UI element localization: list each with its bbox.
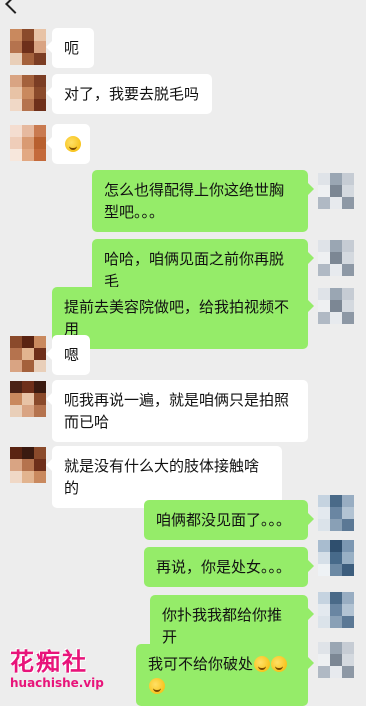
outgoing-message-bubble[interactable]: 我可不给你破处	[136, 644, 314, 706]
watermark-url: huachishe.vip	[10, 676, 104, 690]
message-text: 呃我再说一遍，就是咱俩只是拍照而已哈	[64, 391, 290, 431]
my-avatar[interactable]	[318, 495, 354, 531]
my-avatar[interactable]	[318, 540, 354, 576]
message-text: 再说，你是处女。。。	[156, 558, 292, 576]
message-text: 我可不给你破处	[148, 655, 254, 673]
my-avatar[interactable]	[318, 173, 354, 209]
message-text: 咱俩都没见面了。。。	[156, 511, 292, 529]
incoming-message-bubble[interactable]: 嗯	[46, 335, 90, 375]
message-text: 提前去美容院做吧，给我拍视频不用	[64, 298, 290, 338]
outgoing-message-bubble[interactable]: 怎么也得配得上你这绝世胸型吧。。。	[92, 170, 314, 232]
contact-avatar[interactable]	[10, 447, 46, 483]
incoming-message-bubble[interactable]: 对了，我要去脱毛吗	[46, 74, 212, 114]
back-chevron-icon[interactable]	[5, 0, 25, 14]
incoming-message-bubble[interactable]: 呃	[46, 28, 94, 68]
incoming-message-bubble[interactable]	[46, 124, 90, 164]
my-avatar[interactable]	[318, 288, 354, 324]
incoming-message-bubble[interactable]: 就是没有什么大的肢体接触啥的	[46, 446, 282, 508]
emoji-icon	[271, 656, 288, 672]
incoming-message-bubble[interactable]: 呃我再说一遍，就是咱俩只是拍照而已哈	[46, 380, 308, 442]
message-text: 就是没有什么大的肢体接触啥的	[64, 457, 260, 497]
contact-avatar[interactable]	[10, 125, 46, 161]
outgoing-message-bubble[interactable]: 咱俩都没见面了。。。	[144, 500, 314, 540]
contact-avatar[interactable]	[10, 381, 46, 417]
contact-avatar[interactable]	[10, 29, 46, 65]
message-text: 你扑我我都给你推开	[162, 606, 283, 646]
watermark: 花痴社 huachishe.vip	[10, 647, 120, 691]
message-text: 呃	[64, 39, 80, 57]
message-text: 对了，我要去脱毛吗	[64, 85, 200, 103]
top-bar	[0, 0, 366, 16]
message-text: 嗯	[64, 346, 80, 364]
watermark-name: 花痴社	[10, 647, 88, 676]
emoji-icon	[65, 136, 81, 152]
contact-avatar[interactable]	[10, 336, 46, 372]
emoji-icon	[149, 678, 165, 694]
emoji-icon	[254, 656, 271, 672]
outgoing-message-bubble[interactable]: 再说，你是处女。。。	[144, 547, 314, 587]
my-avatar[interactable]	[318, 642, 354, 678]
my-avatar[interactable]	[318, 240, 354, 276]
my-avatar[interactable]	[318, 592, 354, 628]
message-text: 哈哈，咱俩见面之前你再脱毛	[104, 250, 285, 290]
contact-avatar[interactable]	[10, 75, 46, 111]
message-text: 怎么也得配得上你这绝世胸型吧。。。	[104, 181, 285, 221]
outgoing-message-bubble[interactable]: 提前去美容院做吧，给我拍视频不用	[52, 287, 314, 349]
